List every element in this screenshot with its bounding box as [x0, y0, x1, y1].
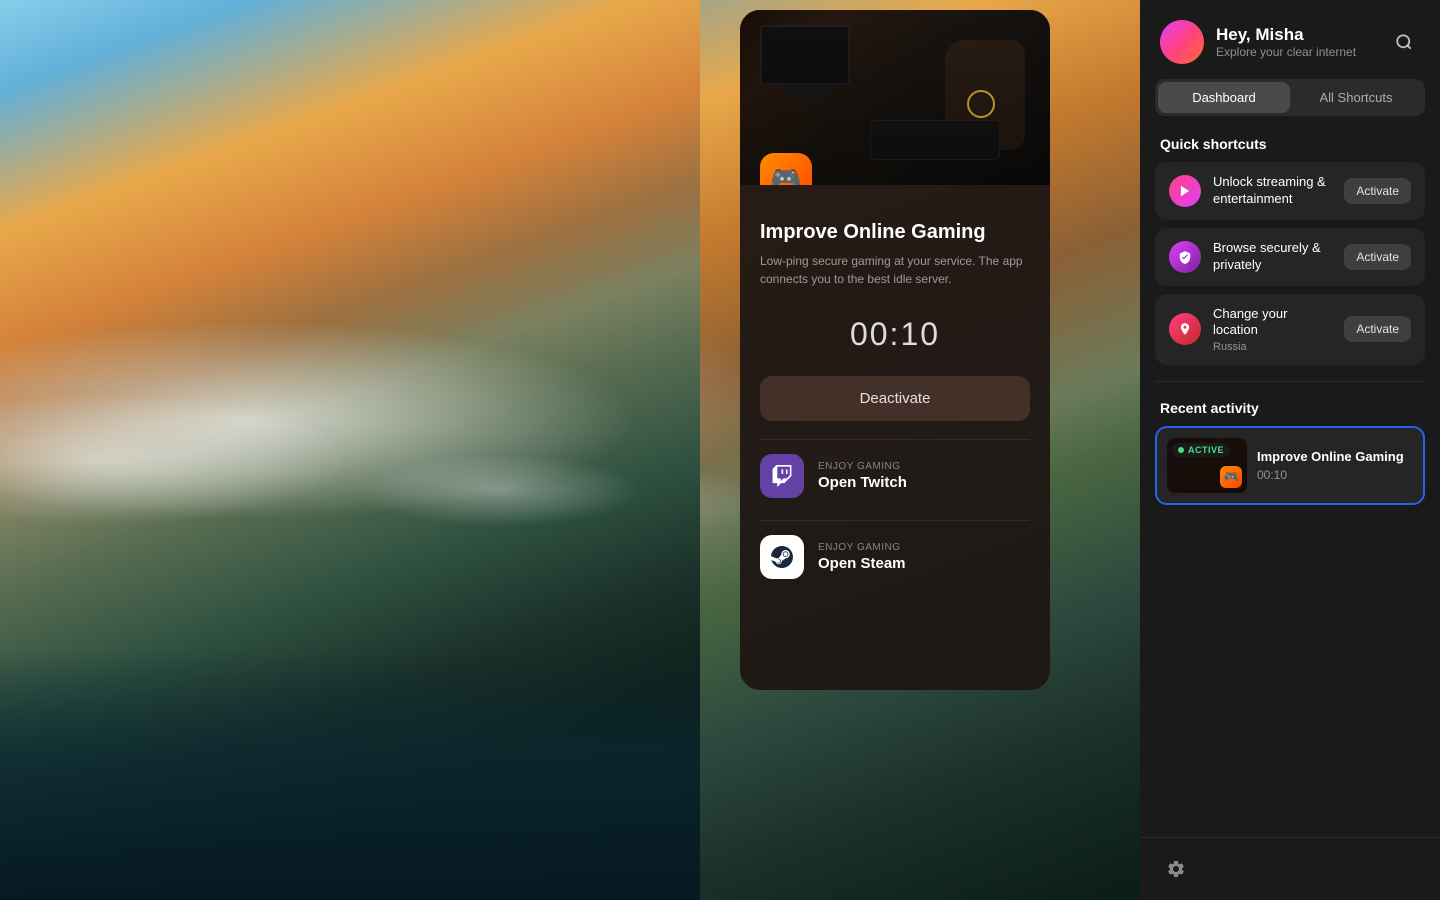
shortcut-location-sub: Russia	[1213, 341, 1332, 353]
recent-card-gaming[interactable]: ACTIVE 🎮 Improve Online Gaming 00:10	[1155, 426, 1425, 505]
recent-card-timer: 00:10	[1257, 468, 1413, 482]
shortcut-browse-name: Browse securely & privately	[1213, 240, 1332, 274]
activate-browse-button[interactable]: Activate	[1344, 244, 1411, 270]
steam-text: ENJOY GAMING Open Steam	[818, 542, 906, 572]
location-icon	[1169, 313, 1201, 345]
shortcut-location-text: Change your location Russia	[1213, 306, 1332, 354]
shortcut-streaming[interactable]: Unlock streaming & entertainment Activat…	[1155, 162, 1425, 220]
sidebar-header: Hey, Misha Explore your clear internet	[1140, 0, 1440, 79]
recent-card-title: Improve Online Gaming	[1257, 449, 1413, 464]
panel-description: Low-ping secure gaming at your service. …	[760, 252, 1030, 288]
shortcut-streaming-name: Unlock streaming & entertainment	[1213, 174, 1332, 208]
hero-circle	[967, 90, 995, 118]
tab-all-shortcuts[interactable]: All Shortcuts	[1290, 82, 1422, 113]
recent-card-info: Improve Online Gaming 00:10	[1257, 449, 1413, 482]
steam-label: ENJOY GAMING	[818, 542, 906, 553]
panel-content: Improve Online Gaming Low-ping secure ga…	[740, 185, 1050, 690]
shortcut-streaming-text: Unlock streaming & entertainment	[1213, 174, 1332, 208]
greeting-subtitle: Explore your clear internet	[1216, 45, 1356, 59]
active-label: ACTIVE	[1188, 445, 1224, 455]
panel-game-icon: 🎮	[760, 153, 812, 185]
play-icon	[1169, 175, 1201, 207]
tab-dashboard[interactable]: Dashboard	[1158, 82, 1290, 113]
twitch-name: Open Twitch	[818, 474, 907, 491]
panel-title: Improve Online Gaming	[760, 220, 1030, 244]
activate-location-button[interactable]: Activate	[1344, 316, 1411, 342]
sidebar-header-left: Hey, Misha Explore your clear internet	[1160, 20, 1356, 64]
shortcut-location[interactable]: Change your location Russia Activate	[1155, 294, 1425, 366]
steam-name: Open Steam	[818, 555, 906, 572]
sidebar-footer	[1140, 837, 1440, 900]
settings-button[interactable]	[1160, 853, 1192, 885]
search-button[interactable]	[1388, 26, 1420, 58]
twitch-text: ENJOY GAMING Open Twitch	[818, 461, 907, 491]
recent-activity-title: Recent activity	[1140, 390, 1440, 426]
recent-card-icon: 🎮	[1220, 466, 1242, 488]
shield-icon	[1169, 241, 1201, 273]
quick-shortcuts-title: Quick shortcuts	[1140, 131, 1440, 162]
sidebar-tabs: Dashboard All Shortcuts	[1155, 79, 1425, 116]
twitch-label: ENJOY GAMING	[818, 461, 907, 472]
twitch-icon	[760, 454, 804, 498]
sidebar: Hey, Misha Explore your clear internet D…	[1140, 0, 1440, 900]
greeting-name: Hey, Misha	[1216, 25, 1356, 45]
steam-icon	[760, 535, 804, 579]
shortcut-browse-text: Browse securely & privately	[1213, 240, 1332, 274]
sidebar-divider	[1155, 381, 1425, 382]
activate-streaming-button[interactable]: Activate	[1344, 178, 1411, 204]
avatar-inner	[1160, 20, 1204, 64]
enjoy-twitch[interactable]: ENJOY GAMING Open Twitch	[760, 439, 1030, 512]
sidebar-greeting: Hey, Misha Explore your clear internet	[1216, 25, 1356, 59]
active-badge: ACTIVE	[1172, 443, 1230, 457]
deactivate-button[interactable]: Deactivate	[760, 376, 1030, 421]
shortcut-browse[interactable]: Browse securely & privately Activate	[1155, 228, 1425, 286]
recent-card-thumbnail: ACTIVE 🎮	[1167, 438, 1247, 493]
shortcut-location-name: Change your location	[1213, 306, 1332, 340]
active-dot	[1178, 447, 1184, 453]
enjoy-steam[interactable]: ENJOY GAMING Open Steam	[760, 520, 1030, 593]
timer-display: 00:10	[760, 296, 1030, 368]
main-panel: 🎮 Improve Online Gaming Low-ping secure …	[740, 10, 1050, 690]
panel-hero: 🎮	[740, 10, 1050, 185]
avatar	[1160, 20, 1204, 64]
